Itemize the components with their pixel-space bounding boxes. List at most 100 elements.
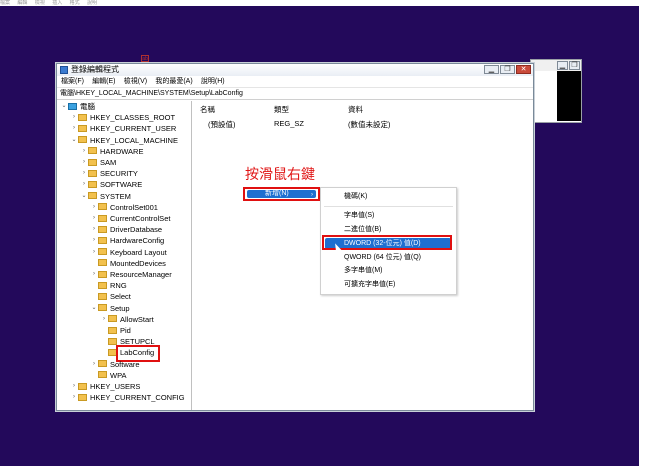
tree-item[interactable]: › SOFTWARE — [80, 179, 142, 190]
menu-item-expandable-string-value[interactable]: 可擴充字串值(E) — [321, 279, 456, 290]
tree-item[interactable]: › Keyboard Layout — [90, 247, 167, 258]
tree-item[interactable]: › HARDWARE — [80, 146, 143, 157]
value-type: REG_SZ — [274, 119, 305, 128]
chevron-right-icon[interactable]: › — [90, 359, 98, 370]
folder-icon — [78, 393, 87, 401]
menu-view[interactable]: 檢視(V) — [124, 76, 147, 87]
menu-help[interactable]: 說明(H) — [201, 76, 225, 87]
address-bar[interactable]: 電腦\HKEY_LOCAL_MACHINE\SYSTEM\Setup\LabCo… — [57, 88, 533, 100]
maximize-icon[interactable]: ❐ — [569, 61, 580, 70]
folder-icon — [98, 281, 107, 289]
background-window-titlebar[interactable]: ▁ ❐ — [531, 60, 581, 71]
tree-item[interactable]: Pid — [100, 325, 131, 336]
menu-item-key[interactable]: 機碼(K) — [321, 191, 456, 202]
chevron-right-icon[interactable]: › — [70, 112, 78, 123]
folder-icon — [78, 136, 87, 144]
chevron-right-icon[interactable]: › — [80, 179, 88, 190]
tree-item-label: DriverDatabase — [110, 225, 163, 235]
chevron-right-icon[interactable]: › — [100, 314, 108, 325]
registry-tree[interactable]: ⌄ 電腦 › HKEY_CLASSES_ROOT › HKEY_CURRENT_USER ⌄… — [57, 101, 192, 410]
tree-item-label: 電腦 — [80, 102, 95, 111]
tree-item[interactable]: › HardwareConfig — [90, 235, 164, 246]
tree-item[interactable]: › ControlSet001 — [90, 202, 158, 213]
tree-item[interactable]: › AllowStart — [100, 314, 154, 325]
tree-item[interactable]: › HKEY_CURRENT_USER — [70, 123, 176, 134]
minimize-button[interactable]: ▁ — [484, 65, 499, 74]
value-name[interactable]: (預設值) — [208, 119, 236, 130]
folder-icon — [98, 259, 107, 267]
chevron-right-icon[interactable]: › — [80, 157, 88, 168]
chevron-right-icon[interactable]: › — [80, 168, 88, 179]
tree-item[interactable]: › HKEY_USERS — [70, 381, 140, 392]
tree-item[interactable]: ⌄ SYSTEM — [80, 191, 130, 202]
chevron-right-icon[interactable]: › — [90, 224, 98, 235]
chevron-right-icon[interactable]: › — [70, 123, 78, 134]
tree-item[interactable]: › SECURITY — [80, 168, 138, 179]
chevron-right-icon[interactable]: › — [90, 213, 98, 224]
chevron-right-icon[interactable]: › — [70, 381, 78, 392]
chevron-right-icon[interactable]: › — [90, 269, 98, 280]
folder-icon — [88, 147, 97, 155]
menu-item-qword-value[interactable]: QWORD (64 位元) 值(Q) — [321, 252, 456, 263]
new-menu-label: 新增(N) — [265, 190, 289, 197]
column-header-name[interactable]: 名稱 — [200, 104, 215, 115]
instruction-annotation: 按滑鼠右鍵 — [245, 166, 315, 182]
folder-icon — [98, 371, 107, 379]
tree-item[interactable]: › SAM — [80, 157, 116, 168]
chevron-down-icon[interactable]: ⌄ — [90, 303, 98, 314]
chevron-down-icon[interactable]: ⌄ — [70, 135, 78, 146]
tree-item-label: SOFTWARE — [100, 180, 143, 190]
menu-edit[interactable]: 編輯(E) — [92, 76, 115, 87]
folder-icon — [88, 158, 97, 166]
tree-item-label: ControlSet001 — [110, 202, 158, 212]
tree-item[interactable]: Select — [90, 291, 131, 302]
maximize-button[interactable]: ❐ — [500, 65, 515, 74]
tree-item[interactable]: › CurrentControlSet — [90, 213, 170, 224]
new-menu-item-highlight[interactable]: 新增(N) › — [243, 187, 320, 201]
folder-icon — [98, 203, 107, 211]
tree-item-label: Software — [110, 359, 140, 369]
chevron-right-icon[interactable]: › — [90, 202, 98, 213]
minimize-icon[interactable]: ▁ — [557, 61, 568, 70]
tree-item[interactable]: › HKEY_CLASSES_ROOT — [70, 112, 175, 123]
menu-item-multistring-value[interactable]: 多字串值(M) — [321, 265, 456, 276]
folder-icon — [88, 169, 97, 177]
column-header-data[interactable]: 資料 — [348, 104, 363, 115]
tree-item-label: HKEY_CURRENT_USER — [90, 124, 177, 134]
folder-icon — [108, 315, 117, 323]
chevron-down-icon[interactable]: ⌄ — [60, 101, 68, 112]
folder-icon — [108, 326, 117, 334]
tree-item-label: HKEY_LOCAL_MACHINE — [90, 135, 178, 145]
tree-item[interactable]: ⌄ HKEY_LOCAL_MACHINE — [70, 135, 178, 146]
folder-icon — [98, 292, 107, 300]
chevron-right-icon[interactable]: › — [90, 235, 98, 246]
computer-icon — [68, 102, 77, 110]
tree-item[interactable]: ⌄ 電腦 — [60, 101, 95, 112]
tree-item[interactable]: › Software — [90, 359, 140, 370]
tree-item[interactable]: › HKEY_CURRENT_CONFIG — [70, 392, 185, 403]
column-header-type[interactable]: 類型 — [274, 104, 289, 115]
new-menu-item[interactable]: 新增(N) › — [247, 190, 316, 198]
tree-item[interactable]: › ResourceManager — [90, 269, 172, 280]
tree-item[interactable]: › DriverDatabase — [90, 224, 162, 235]
menu-item-string-value[interactable]: 字串值(S) — [321, 210, 456, 221]
tree-item-label: AllowStart — [120, 314, 154, 324]
menu-favorites[interactable]: 我的最愛(A) — [155, 76, 192, 87]
chevron-right-icon[interactable]: › — [80, 146, 88, 157]
tree-item-label: Select — [110, 292, 131, 302]
close-button[interactable]: ✕ — [516, 65, 531, 74]
window-titlebar[interactable]: 登錄編輯程式 ▁ ❐ ✕ — [57, 64, 533, 76]
tree-item[interactable]: ⌄ Setup — [90, 303, 129, 314]
chevron-right-icon[interactable]: › — [90, 247, 98, 258]
tree-item[interactable]: RNG — [90, 280, 127, 291]
tree-item-label: SAM — [100, 158, 117, 167]
chevron-down-icon[interactable]: ⌄ — [80, 191, 88, 202]
menu-file[interactable]: 檔案(F) — [61, 76, 84, 87]
chevron-right-icon[interactable]: › — [70, 392, 78, 403]
tree-item[interactable]: WPA — [90, 370, 127, 381]
tree-item[interactable]: MountedDevices — [90, 258, 166, 269]
registry-editor-window: 登錄編輯程式 ▁ ❐ ✕ 檔案(F) 編輯(E) 檢視(V) 我的最愛(A) 說… — [56, 63, 534, 411]
folder-icon — [98, 225, 107, 233]
menu-item-binary-value[interactable]: 二進位值(B) — [321, 224, 456, 235]
tree-item-label: RNG — [110, 281, 127, 291]
